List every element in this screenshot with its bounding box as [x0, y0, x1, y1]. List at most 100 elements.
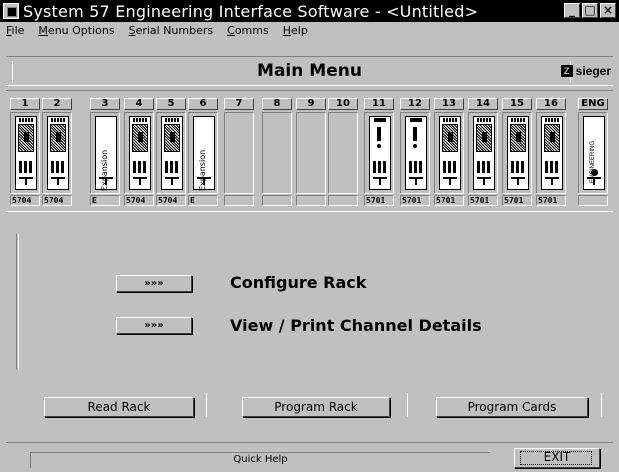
- menu-bar: File Menu Options Serial Numbers Comms H…: [0, 22, 619, 39]
- menu-file[interactable]: File: [0, 24, 32, 37]
- slot-number: ENG: [578, 98, 608, 110]
- sieger-logo: Z sieger: [560, 64, 611, 78]
- control-card-icon: [369, 116, 391, 190]
- main-area-divider: [16, 234, 19, 370]
- maximize-button[interactable]: □: [582, 3, 598, 18]
- slot-card-code: 5704: [124, 195, 154, 206]
- slot-card-area[interactable]: [328, 112, 358, 194]
- slot-number: 12: [400, 98, 430, 110]
- bottom-divider-1: [206, 393, 207, 417]
- slot-card-area[interactable]: [10, 112, 40, 194]
- detector-card-icon: [47, 116, 69, 190]
- rack-slot[interactable]: 12 5701: [400, 98, 430, 206]
- slot-number: 13: [434, 98, 464, 110]
- close-button[interactable]: ×: [600, 3, 616, 18]
- eng-card-icon: ENGINEERING: [583, 116, 605, 190]
- slot-number: 10: [328, 98, 358, 110]
- detector-card-icon: [439, 116, 461, 190]
- view-print-channel-details-label: View / Print Channel Details: [230, 316, 482, 335]
- menu-comms[interactable]: Comms: [221, 24, 277, 37]
- quick-help-field: Quick Help: [30, 452, 490, 468]
- rack-slot[interactable]: 8: [262, 98, 292, 206]
- rack-slot[interactable]: 2 5704: [42, 98, 72, 206]
- slot-number: 8: [262, 98, 292, 110]
- slot-card-area[interactable]: [468, 112, 498, 194]
- sieger-logo-icon: Z: [560, 65, 573, 77]
- slot-card-code: 5701: [468, 195, 498, 206]
- slot-card-area[interactable]: [42, 112, 72, 194]
- slot-card-area[interactable]: [434, 112, 464, 194]
- rack-slot[interactable]: 10: [328, 98, 358, 206]
- rack-slot[interactable]: 7: [224, 98, 254, 206]
- rack-slot[interactable]: 1 5704: [10, 98, 40, 206]
- rack-view: 1 5704 2 5704 3 Expansion E 4 5704 5 5704 6 Expansio…: [6, 90, 613, 212]
- program-cards-button[interactable]: Program Cards: [436, 397, 588, 417]
- rack-slot[interactable]: 13 5701: [434, 98, 464, 206]
- detector-card-icon: [161, 116, 183, 190]
- detector-card-icon: [473, 116, 495, 190]
- rack-slot[interactable]: 4 5704: [124, 98, 154, 206]
- slot-card-code: [328, 195, 358, 206]
- slot-card-area[interactable]: [502, 112, 532, 194]
- slot-number: 15: [502, 98, 532, 110]
- slot-number: 4: [124, 98, 154, 110]
- app-icon[interactable]: [3, 3, 19, 19]
- slot-card-code: [296, 195, 326, 206]
- detector-card-icon: [541, 116, 563, 190]
- exit-button[interactable]: EXIT: [514, 448, 600, 468]
- rack-slot[interactable]: 9: [296, 98, 326, 206]
- slot-card-code: 5701: [364, 195, 394, 206]
- slot-card-area[interactable]: [156, 112, 186, 194]
- detector-card-icon: [15, 116, 37, 190]
- slot-card-code: [224, 195, 254, 206]
- slot-number: 16: [536, 98, 566, 110]
- window-title: System 57 Engineering Interface Software…: [23, 1, 479, 21]
- slot-card-area[interactable]: [262, 112, 292, 194]
- slot-card-area[interactable]: Expansion: [90, 112, 120, 194]
- menu-help[interactable]: Help: [277, 24, 316, 37]
- slot-card-code: 5701: [434, 195, 464, 206]
- minimize-button[interactable]: _: [564, 3, 580, 18]
- slot-card-area[interactable]: Expansion: [188, 112, 218, 194]
- slot-number: 14: [468, 98, 498, 110]
- bottom-divider-3: [601, 393, 602, 417]
- exit-focus-rect: [520, 451, 592, 465]
- rack-slot[interactable]: 6 Expansion E: [188, 98, 218, 206]
- expansion-card-icon: Expansion: [95, 116, 117, 191]
- title-bar: System 57 Engineering Interface Software…: [0, 0, 619, 22]
- configure-rack-button[interactable]: »»»: [116, 275, 192, 292]
- rack-slot[interactable]: 14 5701: [468, 98, 498, 206]
- read-rack-button[interactable]: Read Rack: [44, 397, 194, 417]
- rack-slot[interactable]: 16 5701: [536, 98, 566, 206]
- menu-menu-options[interactable]: Menu Options: [32, 24, 122, 37]
- slot-card-area[interactable]: ENGINEERING: [578, 112, 608, 194]
- slot-card-code: 5701: [400, 195, 430, 206]
- program-rack-button[interactable]: Program Rack: [242, 397, 390, 417]
- slot-card-area[interactable]: [536, 112, 566, 194]
- rack-slot[interactable]: 5 5704: [156, 98, 186, 206]
- page-header: Main Menu Z sieger: [6, 56, 613, 86]
- window-controls: _ □ ×: [564, 3, 616, 18]
- slot-card-area[interactable]: [224, 112, 254, 194]
- slot-number: 7: [224, 98, 254, 110]
- slot-card-area[interactable]: [124, 112, 154, 194]
- page-title: Main Menu: [257, 61, 362, 81]
- status-bar: Quick Help EXIT: [6, 442, 613, 468]
- slot-number: 2: [42, 98, 72, 110]
- rack-slot[interactable]: 11 5701: [364, 98, 394, 206]
- detector-card-icon: [507, 116, 529, 190]
- slot-card-area[interactable]: [296, 112, 326, 194]
- slot-card-area[interactable]: [364, 112, 394, 194]
- view-print-channel-details-button[interactable]: »»»: [116, 317, 192, 334]
- rack-slot[interactable]: 15 5701: [502, 98, 532, 206]
- menu-serial-numbers[interactable]: Serial Numbers: [123, 24, 222, 37]
- slot-number: 11: [364, 98, 394, 110]
- slot-card-area[interactable]: [400, 112, 430, 194]
- slot-number: 9: [296, 98, 326, 110]
- slot-card-code: 5704: [42, 195, 72, 206]
- rack-slot[interactable]: 3 Expansion E: [90, 98, 120, 206]
- rack-slot[interactable]: ENG ENGINEERING: [578, 98, 608, 206]
- slot-card-code: 5704: [10, 195, 40, 206]
- configure-rack-label: Configure Rack: [230, 273, 367, 292]
- detector-card-icon: [129, 116, 151, 190]
